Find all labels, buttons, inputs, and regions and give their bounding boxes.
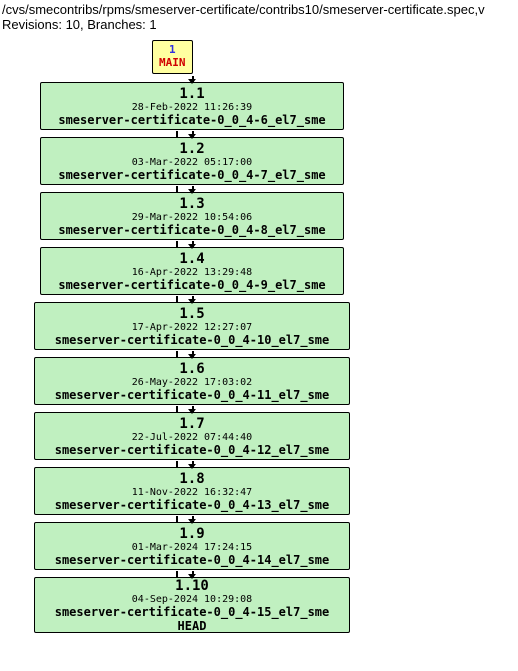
header: /cvs/smecontribs/rpms/smeserver-certific… bbox=[2, 2, 516, 32]
connector-arrow-icon bbox=[188, 464, 196, 469]
revision-version: 1.8 bbox=[39, 471, 345, 487]
main-branch-label: MAIN bbox=[159, 56, 186, 69]
revision-row: 1.1004-Sep-2024 10:29:08smeserver-certif… bbox=[20, 577, 516, 633]
revision-info: Revisions: 10, Branches: 1 bbox=[2, 17, 516, 32]
revision-version: 1.2 bbox=[45, 141, 339, 157]
revision-tag: smeserver-certificate-0_0_4-15_el7_sme bbox=[39, 605, 345, 619]
revision-version: 1.9 bbox=[39, 526, 345, 542]
connector-arrow-icon bbox=[188, 79, 196, 84]
revision-date: 17-Apr-2022 12:27:07 bbox=[39, 322, 345, 333]
revision-row: 1.517-Apr-2022 12:27:07smeserver-certifi… bbox=[20, 302, 516, 350]
revision-box: 1.722-Jul-2022 07:44:40smeserver-certifi… bbox=[34, 412, 350, 460]
revision-tag: smeserver-certificate-0_0_4-11_el7_sme bbox=[39, 388, 345, 402]
revision-box: 1.901-Mar-2024 17:24:15smeserver-certifi… bbox=[34, 522, 350, 570]
revision-date: 04-Sep-2024 10:29:08 bbox=[39, 594, 345, 605]
revision-tag: smeserver-certificate-0_0_4-12_el7_sme bbox=[39, 443, 345, 457]
revision-version: 1.4 bbox=[45, 251, 339, 267]
revision-date: 22-Jul-2022 07:44:40 bbox=[39, 432, 345, 443]
revision-row: 1.811-Nov-2022 16:32:47smeserver-certifi… bbox=[20, 467, 516, 515]
revision-box: 1.517-Apr-2022 12:27:07smeserver-certifi… bbox=[34, 302, 350, 350]
revision-tag: smeserver-certificate-0_0_4-14_el7_sme bbox=[39, 553, 345, 567]
revision-version: 1.7 bbox=[39, 416, 345, 432]
revision-version: 1.6 bbox=[39, 361, 345, 377]
revision-row: 1.901-Mar-2024 17:24:15smeserver-certifi… bbox=[20, 522, 516, 570]
revision-tag: smeserver-certificate-0_0_4-6_el7_sme bbox=[45, 113, 339, 127]
revision-tag: smeserver-certificate-0_0_4-10_el7_sme bbox=[39, 333, 345, 347]
file-path: /cvs/smecontribs/rpms/smeserver-certific… bbox=[2, 2, 516, 17]
connector-arrow-icon bbox=[188, 134, 196, 139]
revision-row: 1.722-Jul-2022 07:44:40smeserver-certifi… bbox=[20, 412, 516, 460]
revision-date: 11-Nov-2022 16:32:47 bbox=[39, 487, 345, 498]
connector-arrow-icon bbox=[188, 244, 196, 249]
revision-tag: smeserver-certificate-0_0_4-9_el7_sme bbox=[45, 278, 339, 292]
revision-date: 03-Mar-2022 05:17:00 bbox=[45, 157, 339, 168]
revision-date: 29-Mar-2022 10:54:06 bbox=[45, 212, 339, 223]
revision-version: 1.3 bbox=[45, 196, 339, 212]
revision-box: 1.203-Mar-2022 05:17:00smeserver-certifi… bbox=[40, 137, 344, 185]
connector-arrow-icon bbox=[188, 354, 196, 359]
revision-version: 1.5 bbox=[39, 306, 345, 322]
revision-box: 1.416-Apr-2022 13:29:48smeserver-certifi… bbox=[40, 247, 344, 295]
revision-row: 1.416-Apr-2022 13:29:48smeserver-certifi… bbox=[20, 247, 516, 295]
revision-box: 1.811-Nov-2022 16:32:47smeserver-certifi… bbox=[34, 467, 350, 515]
connector-arrow-icon bbox=[188, 409, 196, 414]
revision-date: 26-May-2022 17:03:02 bbox=[39, 377, 345, 388]
main-branch-box: 1 MAIN bbox=[152, 40, 193, 74]
revision-date: 01-Mar-2024 17:24:15 bbox=[39, 542, 345, 553]
revision-head-label: HEAD bbox=[39, 619, 345, 633]
revision-row: 1.626-May-2022 17:03:02smeserver-certifi… bbox=[20, 357, 516, 405]
revision-version: 1.10 bbox=[39, 578, 345, 594]
revision-row: 1.128-Feb-2022 11:26:39smeserver-certifi… bbox=[20, 82, 516, 130]
revision-graph: 1 MAIN 1.128-Feb-2022 11:26:39smeserver-… bbox=[2, 40, 516, 633]
revision-row: 1.329-Mar-2022 10:54:06smeserver-certifi… bbox=[20, 192, 516, 240]
revision-tag: smeserver-certificate-0_0_4-8_el7_sme bbox=[45, 223, 339, 237]
revision-box: 1.626-May-2022 17:03:02smeserver-certifi… bbox=[34, 357, 350, 405]
connector-arrow-icon bbox=[188, 574, 196, 579]
main-branch-num: 1 bbox=[159, 43, 186, 56]
revision-row: 1.203-Mar-2022 05:17:00smeserver-certifi… bbox=[20, 137, 516, 185]
revision-tag: smeserver-certificate-0_0_4-7_el7_sme bbox=[45, 168, 339, 182]
revision-version: 1.1 bbox=[45, 86, 339, 102]
revision-box: 1.329-Mar-2022 10:54:06smeserver-certifi… bbox=[40, 192, 344, 240]
revision-box: 1.128-Feb-2022 11:26:39smeserver-certifi… bbox=[40, 82, 344, 130]
revision-date: 28-Feb-2022 11:26:39 bbox=[45, 102, 339, 113]
revision-tag: smeserver-certificate-0_0_4-13_el7_sme bbox=[39, 498, 345, 512]
revision-box: 1.1004-Sep-2024 10:29:08smeserver-certif… bbox=[34, 577, 350, 633]
revision-date: 16-Apr-2022 13:29:48 bbox=[45, 267, 339, 278]
connector-arrow-icon bbox=[188, 189, 196, 194]
connector-arrow-icon bbox=[188, 519, 196, 524]
connector-arrow-icon bbox=[188, 299, 196, 304]
